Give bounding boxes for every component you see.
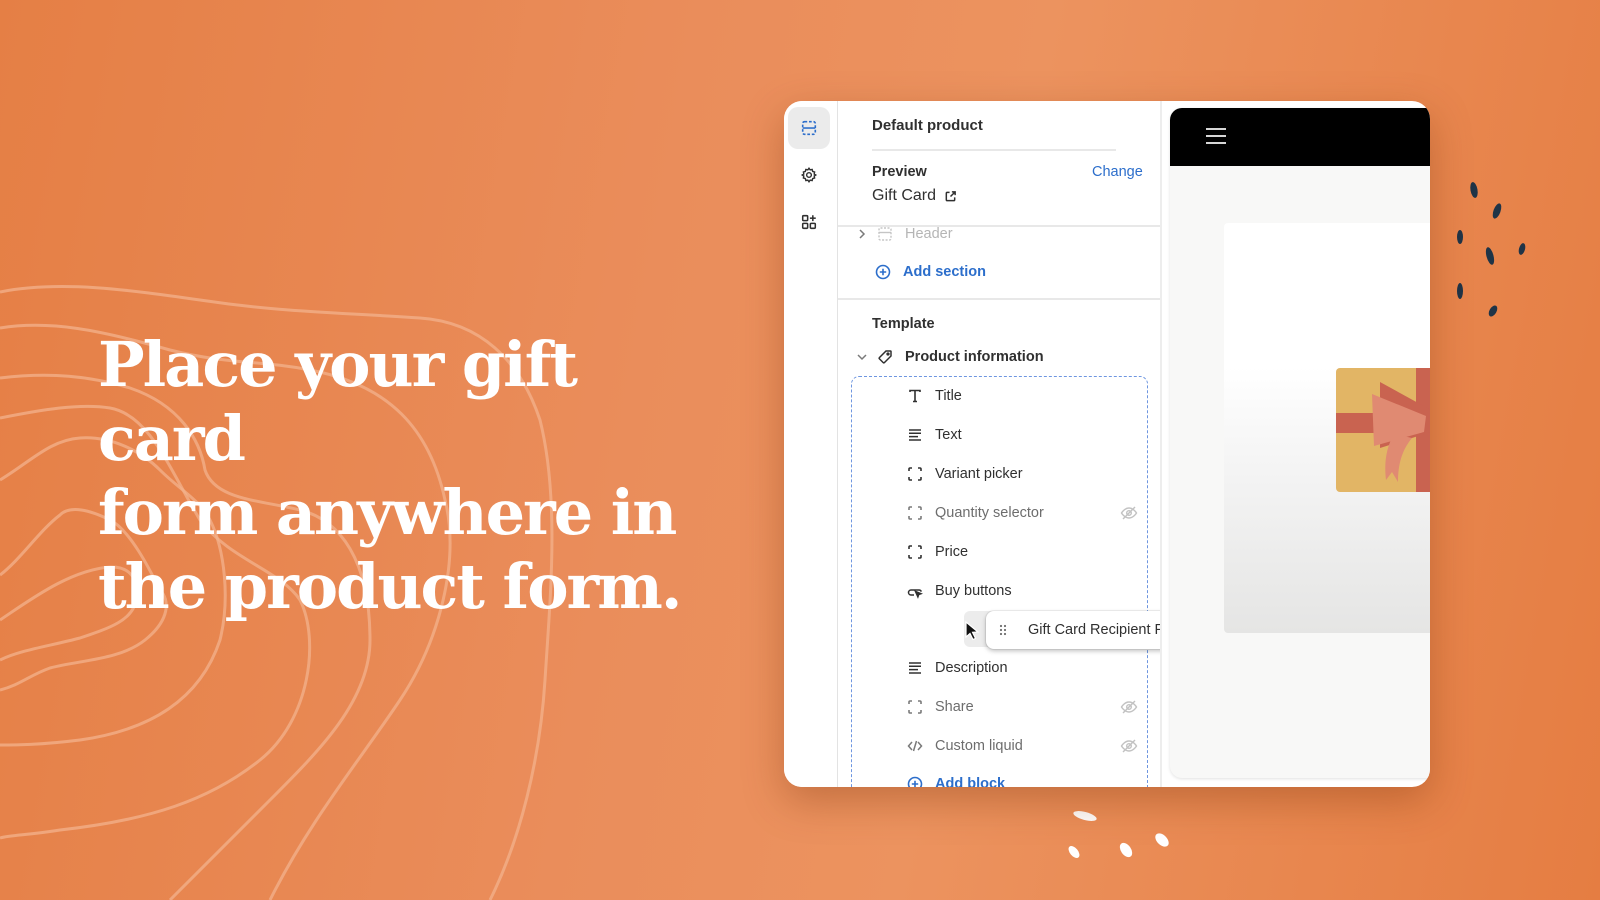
gift-card-image: [1336, 368, 1430, 492]
editor-rail: [784, 101, 838, 787]
section-header[interactable]: Header: [856, 224, 953, 244]
product-information-label: Product information: [905, 349, 1044, 365]
block-title[interactable]: Title: [906, 386, 962, 406]
sections-panel: Default product Preview Change Gift Card…: [838, 101, 1162, 787]
dragging-block-gift-card-recipient-form[interactable]: Gift Card Recipient Form: [986, 611, 1162, 649]
preview-product-name: Gift Card: [872, 187, 937, 204]
template-name: Default product: [872, 117, 983, 134]
dark-seed: [1518, 243, 1526, 255]
add-section-button[interactable]: Add section: [874, 262, 986, 282]
section-product-information[interactable]: Product information: [856, 347, 1044, 367]
text-align-icon: [906, 426, 924, 444]
section-header-label: Header: [905, 226, 953, 242]
chevron-right-icon[interactable]: [856, 225, 868, 243]
block-buy-buttons[interactable]: Buy buttons: [906, 581, 1012, 601]
text-align-icon: [906, 659, 924, 677]
panel-separator: [1160, 101, 1162, 787]
block-text[interactable]: Text: [906, 425, 962, 445]
plus-circle-icon: [906, 775, 924, 787]
dragging-block-label: Gift Card Recipient Form: [1028, 622, 1162, 638]
rail-settings-button[interactable]: [788, 154, 830, 196]
eye-slash-icon[interactable]: [1120, 504, 1138, 522]
eye-slash-icon[interactable]: [1120, 698, 1138, 716]
mouse-cursor-icon: [965, 620, 980, 641]
light-seed: [1073, 811, 1097, 821]
chevron-down-icon[interactable]: [856, 348, 868, 366]
code-icon: [906, 737, 924, 755]
menu-icon[interactable]: [1206, 128, 1226, 144]
change-preview-link[interactable]: Change: [1092, 164, 1143, 180]
headline-line-2: form anywhere in: [98, 476, 677, 549]
divider: [838, 298, 1162, 300]
headline: Place your gift card form anywhere in th…: [98, 328, 698, 624]
tag-icon: [876, 348, 894, 366]
divider: [872, 149, 1116, 151]
storefront-preview: [1170, 108, 1430, 778]
block-price[interactable]: Price: [906, 542, 968, 562]
add-block-label: Add block: [935, 776, 1006, 787]
headline-line-1: Place your gift card: [98, 328, 578, 475]
block-frame-icon: [906, 698, 924, 716]
rail-sections-button[interactable]: [788, 107, 830, 149]
light-seed: [1119, 842, 1133, 858]
block-frame-icon: [906, 543, 924, 561]
header-section-icon: [876, 225, 894, 243]
block-quantity-selector[interactable]: Quantity selector: [906, 503, 1044, 523]
dark-seed: [1488, 305, 1498, 317]
block-description[interactable]: Description: [906, 658, 1008, 678]
theme-editor-window: Default product Preview Change Gift Card…: [784, 101, 1430, 787]
drag-handle-icon[interactable]: [998, 623, 1008, 637]
add-section-label: Add section: [903, 264, 986, 280]
light-seed: [1068, 846, 1080, 858]
dark-seed: [1485, 247, 1495, 265]
dark-seed: [1492, 203, 1502, 219]
rail-apps-button[interactable]: [788, 201, 830, 243]
dark-seed: [1457, 283, 1463, 299]
preview-product[interactable]: Gift Card: [872, 187, 957, 205]
headline-line-3: the product form.: [98, 550, 682, 623]
dark-seed: [1470, 182, 1478, 198]
block-variant-picker[interactable]: Variant picker: [906, 464, 1023, 484]
preview-label: Preview: [872, 164, 927, 180]
block-frame-icon: [906, 465, 924, 483]
external-link-icon[interactable]: [944, 190, 957, 203]
block-share[interactable]: Share: [906, 697, 974, 717]
eye-slash-icon[interactable]: [1120, 737, 1138, 755]
template-heading: Template: [872, 316, 935, 332]
block-custom-liquid[interactable]: Custom liquid: [906, 736, 1023, 756]
sections-icon: [801, 120, 817, 136]
text-title-icon: [906, 387, 924, 405]
plus-circle-icon: [874, 263, 892, 281]
apps-add-icon: [801, 214, 817, 230]
add-block-button[interactable]: Add block: [906, 774, 1005, 787]
light-seed: [1155, 833, 1169, 847]
dark-seed: [1457, 230, 1463, 244]
cursor-button-icon: [906, 582, 924, 600]
gear-icon: [800, 167, 818, 183]
store-header: [1170, 108, 1430, 166]
product-media: [1224, 223, 1430, 633]
gift-ribbon-icon: [1336, 368, 1430, 492]
block-frame-icon: [906, 504, 924, 522]
